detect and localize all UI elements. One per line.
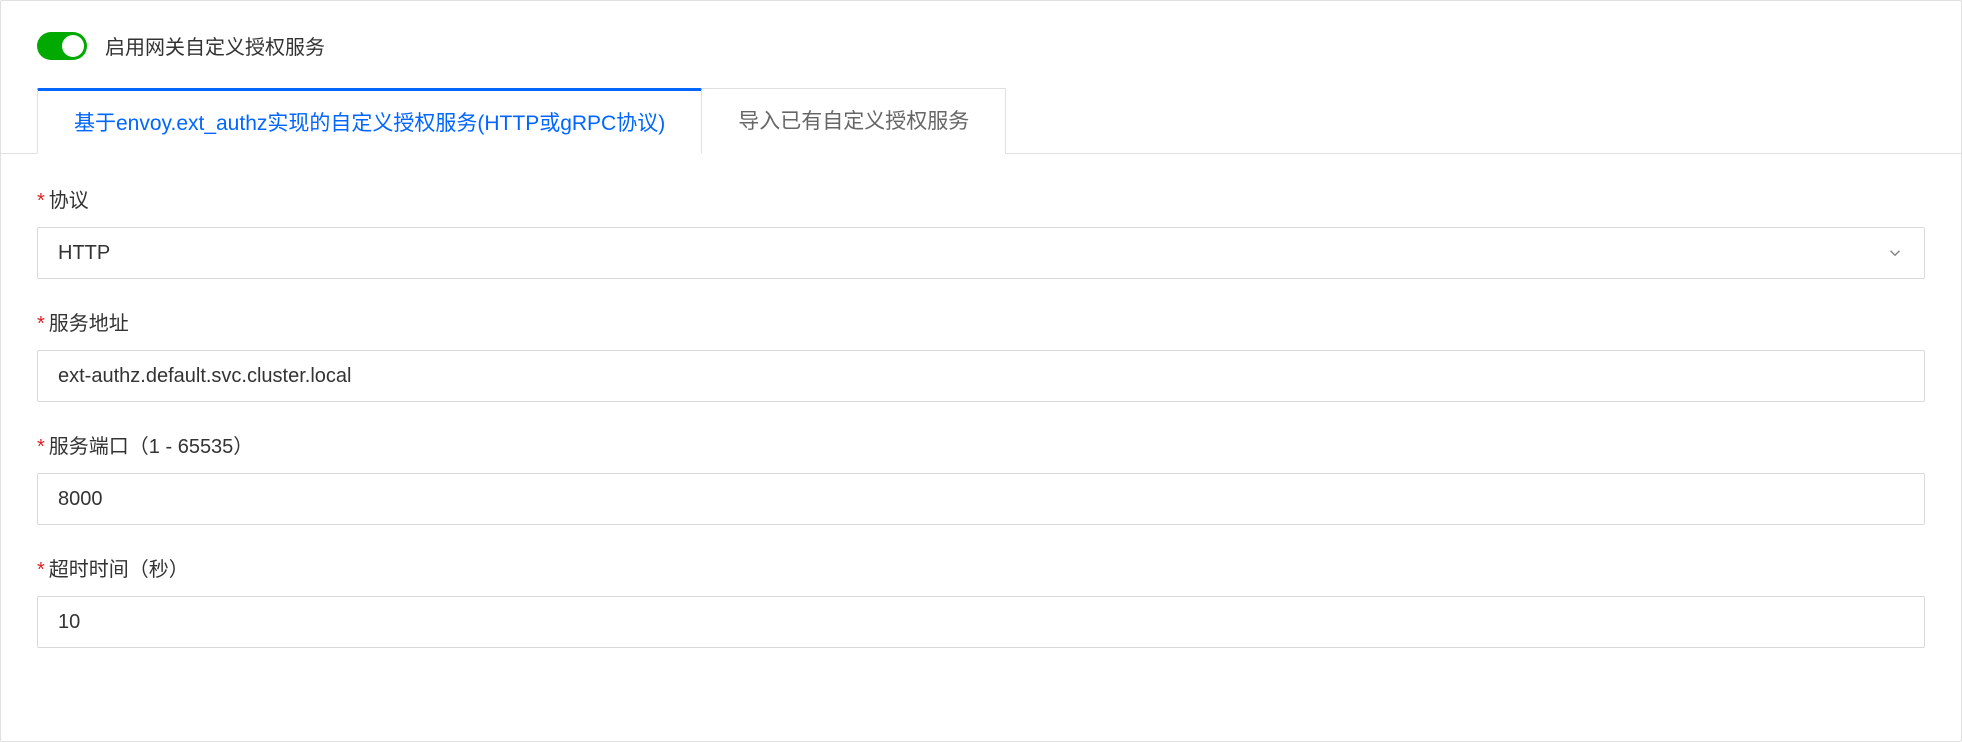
timeout-input[interactable]: [37, 596, 1925, 648]
service-port-group: *服务端口（1 - 65535）: [37, 430, 1925, 525]
protocol-select-value: HTTP: [58, 242, 110, 265]
config-panel: 启用网关自定义授权服务 基于envoy.ext_authz实现的自定义授权服务(…: [0, 0, 1962, 742]
service-address-label: *服务地址: [37, 307, 1925, 336]
tab-import-existing-label: 导入已有自定义授权服务: [738, 110, 969, 133]
enable-gateway-auth-label: 启用网关自定义授权服务: [105, 31, 325, 60]
timeout-label: *超时时间（秒）: [37, 553, 1925, 582]
protocol-label: *协议: [37, 184, 1925, 213]
tabs-container: 基于envoy.ext_authz实现的自定义授权服务(HTTP或gRPC协议)…: [1, 88, 1961, 154]
tab-envoy-ext-authz-label: 基于envoy.ext_authz实现的自定义授权服务(HTTP或gRPC协议): [74, 112, 665, 135]
service-port-label: *服务端口（1 - 65535）: [37, 430, 1925, 459]
required-mark: *: [37, 436, 45, 458]
service-address-group: *服务地址: [37, 307, 1925, 402]
required-mark: *: [37, 313, 45, 335]
tab-import-existing[interactable]: 导入已有自定义授权服务: [702, 88, 1006, 154]
required-mark: *: [37, 190, 45, 212]
chevron-down-icon: [1886, 244, 1904, 262]
form-section: *协议 HTTP *服务地址 *服务端口（1 - 65535） *超时时: [1, 154, 1961, 648]
timeout-group: *超时时间（秒）: [37, 553, 1925, 648]
service-port-input[interactable]: [37, 473, 1925, 525]
service-address-input[interactable]: [37, 350, 1925, 402]
toggle-row: 启用网关自定义授权服务: [1, 1, 1961, 88]
required-mark: *: [37, 559, 45, 581]
protocol-group: *协议 HTTP: [37, 184, 1925, 279]
protocol-select[interactable]: HTTP: [37, 227, 1925, 279]
tab-envoy-ext-authz[interactable]: 基于envoy.ext_authz实现的自定义授权服务(HTTP或gRPC协议): [37, 88, 702, 154]
enable-gateway-auth-toggle[interactable]: [37, 32, 87, 60]
